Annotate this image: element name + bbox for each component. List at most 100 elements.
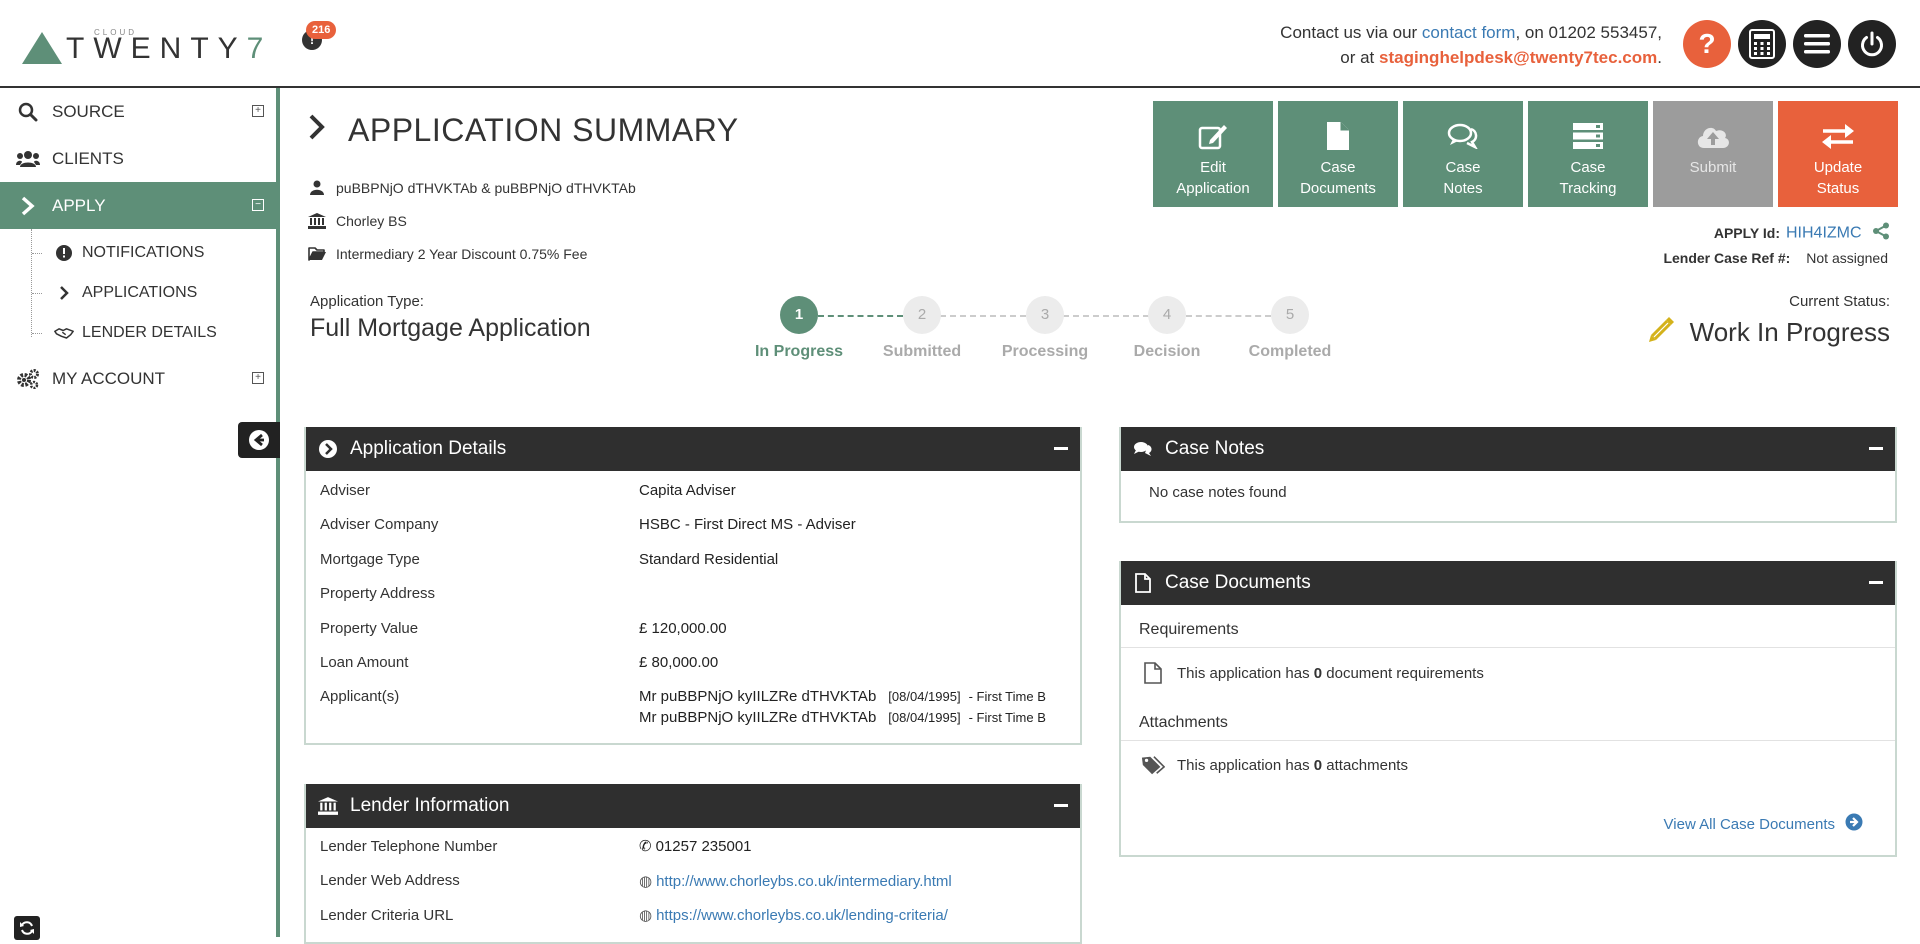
applicants-row: Applicant(s) Mr puBBPNjO kyIILZRe dTHVKT… xyxy=(306,680,1080,730)
product-line: Intermediary 2 Year Discount 0.75% Fee xyxy=(336,245,588,262)
step-in-progress: 1 In Progress xyxy=(744,296,854,361)
file-icon xyxy=(1326,119,1350,153)
page-title-text: APPLICATION SUMMARY xyxy=(348,112,739,148)
contact-email-link[interactable]: staginghelpdesk@twenty7tec.com xyxy=(1379,48,1657,67)
collapse-icon[interactable]: − xyxy=(252,199,264,211)
submit-button[interactable]: Submit xyxy=(1653,101,1773,207)
detail-value: £ 80,000.00 xyxy=(639,654,719,672)
step-number: 2 xyxy=(903,296,941,334)
lender-row: Lender Web Address ◍ http://www.chorleybs.… xyxy=(306,864,1080,899)
gears-icon xyxy=(16,368,40,390)
sidebar-label-clients: CLIENTS xyxy=(52,148,124,168)
application-type-label: Application Type: xyxy=(310,293,424,310)
case-notes-label: Case Notes xyxy=(1443,159,1483,197)
tags-icon xyxy=(1141,755,1165,775)
detail-key: Mortgage Type xyxy=(320,550,420,568)
lender-line: Chorley BS xyxy=(336,212,407,229)
chevron-circle-right-icon xyxy=(318,440,338,458)
main-content: APPLICATION SUMMARY puBBPNjO dTHVKTAb & … xyxy=(284,90,1920,944)
handshake-icon xyxy=(54,323,74,343)
lender-information-panel: Lender Information Lender Telephone Numb… xyxy=(304,784,1082,944)
sidebar: SOURCE + CLIENTS APPLY − NOTIFICATIONS A… xyxy=(0,88,280,937)
panel-title: Lender Information xyxy=(350,795,510,816)
calculator-button[interactable] xyxy=(1738,20,1786,68)
contact-or: or at xyxy=(1340,48,1379,67)
minimize-icon[interactable] xyxy=(1869,581,1883,584)
lender-ref-label: Lender Case Ref #: xyxy=(1663,250,1791,266)
requirements-heading: Requirements xyxy=(1121,605,1895,648)
logo-seven: 7 xyxy=(246,32,273,65)
step-submitted: 2 Submitted xyxy=(867,296,977,361)
minimize-icon[interactable] xyxy=(1869,447,1883,450)
sidebar-item-my-account[interactable]: MY ACCOUNT + xyxy=(0,355,276,402)
apply-id: APPLY Id: HIH4IZMC xyxy=(1714,222,1890,245)
sidebar-collapse-button[interactable] xyxy=(238,422,280,458)
update-status-label: Update Status xyxy=(1813,159,1863,197)
exchange-icon xyxy=(1821,119,1855,153)
lender-criteria-link[interactable]: https://www.chorleybs.co.uk/lending-crit… xyxy=(656,907,948,924)
globe-icon: ◍ xyxy=(639,872,653,890)
lender-tel-label: Lender Telephone Number xyxy=(320,837,498,855)
step-decision: 4 Decision xyxy=(1112,296,1222,361)
panel-header: Case Notes xyxy=(1121,427,1895,471)
update-status-button[interactable]: Update Status xyxy=(1778,101,1898,207)
page-title: APPLICATION SUMMARY xyxy=(308,112,739,149)
refresh-button[interactable] xyxy=(14,916,40,940)
attachments-heading: Attachments xyxy=(1121,698,1895,741)
menu-button[interactable] xyxy=(1793,20,1841,68)
exclamation-circle-icon xyxy=(54,243,74,263)
lender-web-label: Lender Web Address xyxy=(320,872,460,890)
case-notes-button[interactable]: Case Notes xyxy=(1403,101,1523,207)
notification-count-badge[interactable]: 216 xyxy=(306,21,337,39)
detail-row: Property Value £ 120,000.00 xyxy=(306,611,1080,646)
step-label: Decision xyxy=(1133,343,1201,360)
step-number: 3 xyxy=(1026,296,1064,334)
server-icon xyxy=(1572,119,1604,153)
action-toolbar: Edit Application Case Documents Case Not… xyxy=(1153,101,1898,207)
lender-web-link[interactable]: http://www.chorleybs.co.uk/intermediary.… xyxy=(656,873,952,890)
sidebar-item-apply[interactable]: APPLY − xyxy=(0,182,276,229)
calculator-icon xyxy=(1749,29,1775,59)
step-number: 5 xyxy=(1271,296,1309,334)
detail-key: Property Value xyxy=(320,619,419,637)
chevron-right-icon xyxy=(54,283,74,303)
sidebar-item-source[interactable]: SOURCE + xyxy=(0,88,276,135)
applicant-dob: [08/04/1995] xyxy=(888,689,961,704)
contact-info: Contact us via our contact form, on 0120… xyxy=(1280,20,1662,70)
case-notes-empty: No case notes found xyxy=(1149,484,1287,501)
step-label: Processing xyxy=(1001,343,1089,360)
sidebar-item-lender-details[interactable]: LENDER DETAILS xyxy=(30,313,276,353)
case-tracking-label: Case Tracking xyxy=(1559,159,1617,197)
contact-form-link[interactable]: contact form xyxy=(1422,23,1516,42)
case-documents-button[interactable]: Case Documents xyxy=(1278,101,1398,207)
applicant-name: Mr puBBPNjO kyIILZRe dTHVKTAb xyxy=(639,709,877,726)
help-button[interactable]: ? xyxy=(1683,20,1731,68)
minimize-icon[interactable] xyxy=(1054,447,1068,450)
step-number: 4 xyxy=(1148,296,1186,334)
logout-button[interactable] xyxy=(1848,20,1896,68)
attachments-row: This application has 0 attachments xyxy=(1121,741,1895,789)
share-icon[interactable] xyxy=(1872,222,1890,245)
step-completed: 5 Completed xyxy=(1235,296,1345,361)
sidebar-item-clients[interactable]: CLIENTS xyxy=(0,135,276,182)
minimize-icon[interactable] xyxy=(1054,804,1068,807)
sidebar-item-applications[interactable]: APPLICATIONS xyxy=(30,273,276,313)
detail-value: HSBC - First Direct MS - Adviser xyxy=(639,516,856,534)
case-tracking-button[interactable]: Case Tracking xyxy=(1528,101,1648,207)
step-label: Completed xyxy=(1248,343,1332,360)
sidebar-item-notifications[interactable]: NOTIFICATIONS xyxy=(30,233,276,273)
apply-id-value[interactable]: HIH4IZMC xyxy=(1786,225,1862,242)
detail-key: Adviser Company xyxy=(320,516,439,534)
view-all-documents-link[interactable]: View All Case Documents xyxy=(1664,813,1863,835)
applicant-type: - First Time B xyxy=(968,689,1046,704)
lender-row: Lender Criteria URL ◍ https://www.chorleyb… xyxy=(306,898,1080,933)
cloud-upload-icon xyxy=(1695,119,1731,153)
expand-icon[interactable]: + xyxy=(252,105,264,117)
edit-application-button[interactable]: Edit Application xyxy=(1153,101,1273,207)
contact-end: . xyxy=(1657,48,1662,67)
twenty7-logo[interactable]: CLOUD TWENTY7 xyxy=(22,24,272,64)
contact-phone: , on 01202 553457, xyxy=(1515,23,1662,42)
expand-icon[interactable]: + xyxy=(252,372,264,384)
detail-key: Property Address xyxy=(320,585,436,603)
lender-row: Lender Telephone Number ✆ 01257 235001 xyxy=(306,829,1080,864)
